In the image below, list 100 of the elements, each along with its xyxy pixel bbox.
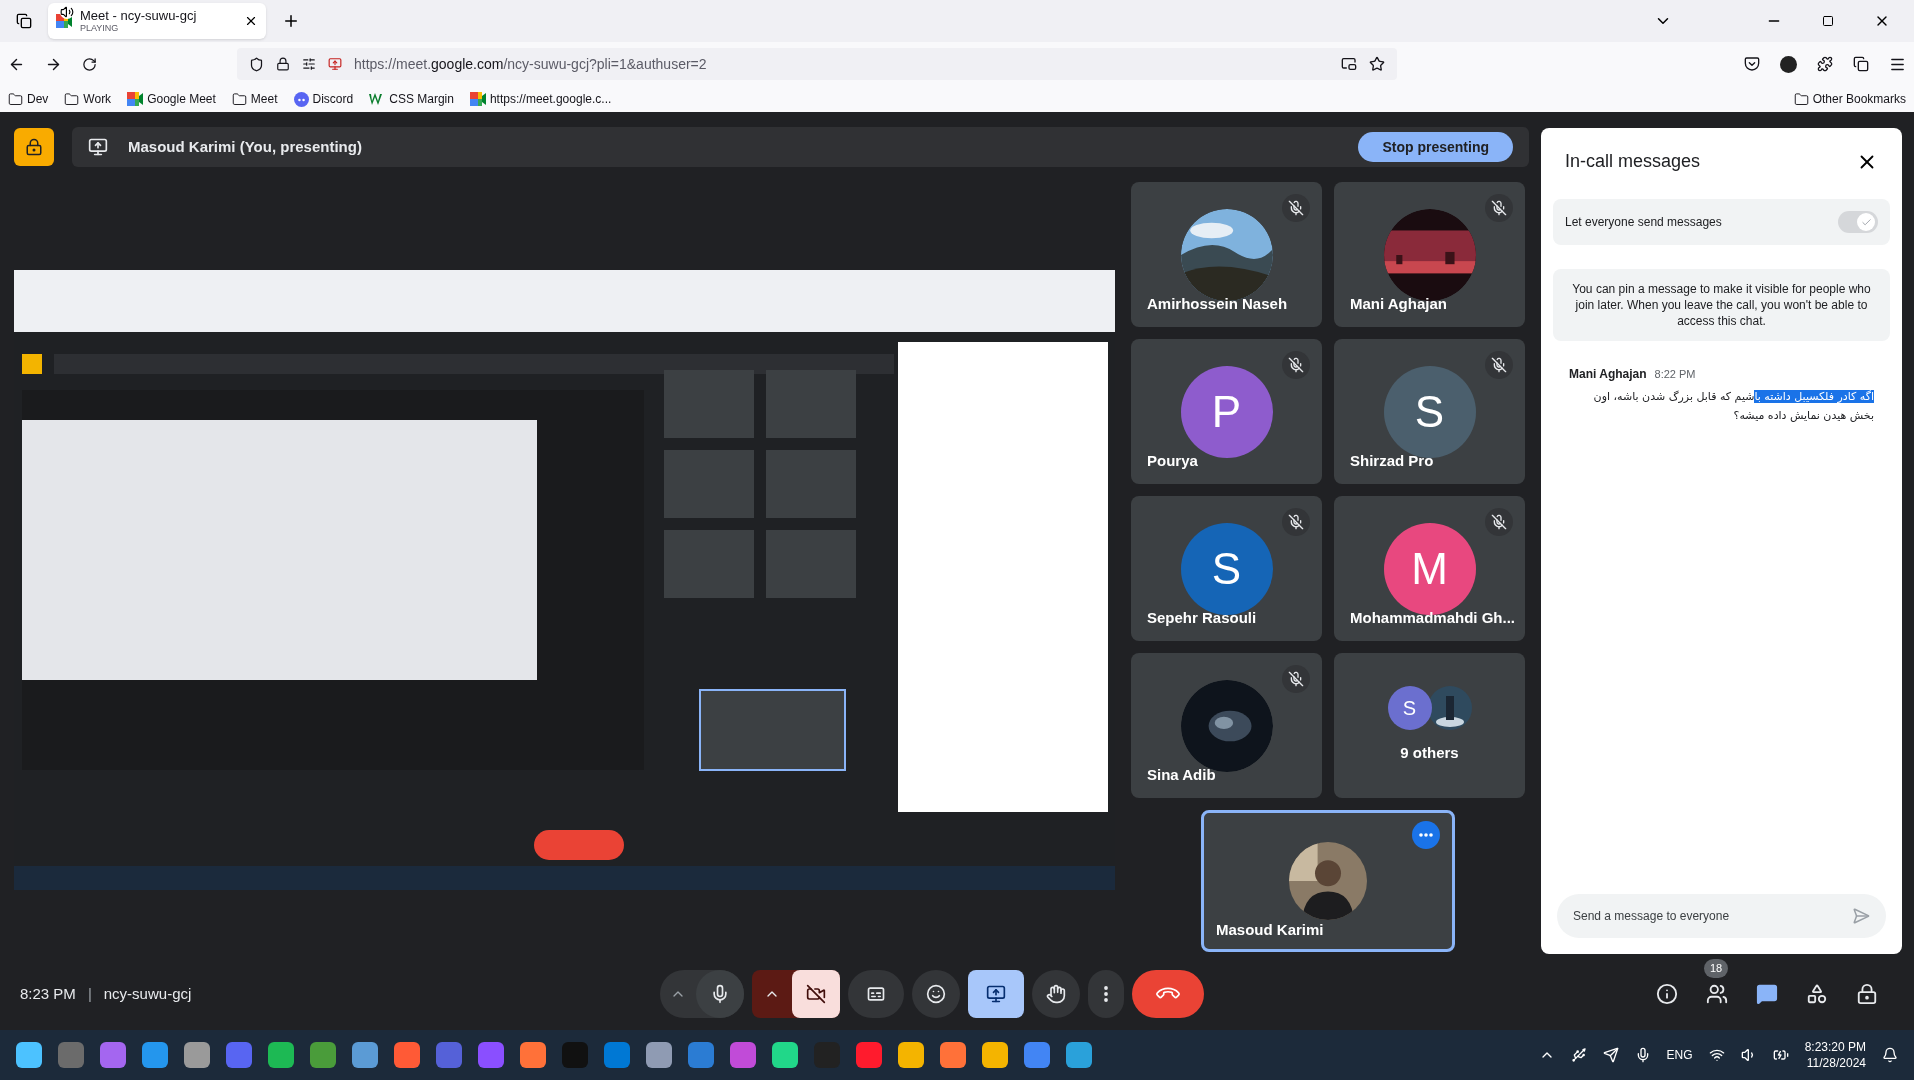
app-icon[interactable] (1024, 1042, 1050, 1068)
participant-name: Sina Adib (1147, 764, 1216, 785)
url-text: https://meet.google.com/ncy-suwu-gcj?pli=1&authuser=2 (354, 54, 707, 74)
bookmark[interactable]: Discord (293, 90, 354, 108)
app-icon[interactable] (772, 1042, 798, 1068)
mic-off-glyph-icon (1491, 200, 1507, 216)
more-button[interactable] (1088, 970, 1124, 1018)
app-icon[interactable] (310, 1042, 336, 1068)
camera-button[interactable] (792, 970, 840, 1018)
panel-title: In-call messages (1565, 150, 1701, 173)
host-controls-icon[interactable] (14, 128, 54, 166)
meeting-time: 8:23 PM (20, 983, 76, 1004)
app-icon[interactable] (352, 1042, 378, 1068)
folder-icon (8, 91, 23, 107)
smiley-icon (926, 984, 946, 1004)
microphone-button[interactable] (696, 970, 744, 1018)
app-icon[interactable] (898, 1042, 924, 1068)
app-icon[interactable] (142, 1042, 168, 1068)
setting-label: Let everyone send messages (1565, 214, 1722, 231)
captions-icon (866, 984, 886, 1004)
mic-off-glyph-icon (1288, 671, 1304, 687)
lock-icon (25, 138, 43, 156)
new-tab-icon[interactable] (282, 12, 300, 30)
mic-off-glyph-icon (1491, 514, 1507, 530)
bookmark-star-icon[interactable] (1369, 56, 1385, 72)
more-options-icon[interactable] (1412, 821, 1440, 849)
app-icon[interactable] (940, 1042, 966, 1068)
bookmark[interactable]: Meet (231, 90, 278, 108)
tabs-icon (16, 13, 32, 29)
language-indicator[interactable]: ENG (1666, 1046, 1693, 1064)
app-icon[interactable] (520, 1042, 546, 1068)
separator: | (87, 983, 92, 1004)
emoji-button[interactable] (912, 970, 960, 1018)
clock-time[interactable]: 8:23:20 PM (1804, 1039, 1866, 1055)
mic-off-glyph-icon (1288, 514, 1304, 530)
message-field[interactable]: Send a message to everyone (1573, 907, 1852, 925)
bookmark[interactable]: Google Meet (127, 90, 216, 108)
bookmark[interactable]: Dev (8, 90, 49, 108)
mic-off-glyph-icon (1491, 357, 1507, 373)
browser-tab[interactable]: Meet - ncy-suwu-gcj PLAYING (48, 3, 266, 39)
sender-name: Mani Aghajan (1569, 366, 1647, 383)
raise-hand-button[interactable] (1032, 970, 1080, 1018)
usb-icon[interactable] (1570, 1047, 1587, 1063)
wifi-icon[interactable] (1708, 1047, 1725, 1063)
mic-off-glyph-icon (1288, 357, 1304, 373)
host-controls-icon[interactable] (1856, 983, 1878, 1005)
app-icon[interactable] (604, 1042, 630, 1068)
lock-icon (276, 57, 290, 71)
app-icon[interactable] (394, 1042, 420, 1068)
captions-button[interactable] (848, 970, 904, 1018)
account-icon[interactable] (1780, 55, 1797, 73)
toggle-switch[interactable] (1838, 211, 1878, 233)
chat-icon[interactable] (1756, 983, 1778, 1005)
meeting-code: ncy-suwu-gcj (103, 983, 192, 1004)
bookmark[interactable]: Work (64, 90, 112, 108)
activities-icon[interactable] (1806, 983, 1828, 1005)
restore-icon[interactable] (1822, 15, 1834, 27)
app-icon[interactable] (184, 1042, 210, 1068)
clock-date[interactable]: 11/28/2024 (1806, 1055, 1866, 1071)
app-icon[interactable] (16, 1042, 42, 1068)
participant-name: 9 others (1400, 743, 1459, 764)
stop-presenting-button[interactable]: Stop presenting (1358, 132, 1513, 162)
app-icon[interactable] (100, 1042, 126, 1068)
app-icon[interactable] (688, 1042, 714, 1068)
close-tab-icon[interactable] (244, 14, 258, 28)
app-icon[interactable] (856, 1042, 882, 1068)
present-screen-icon (986, 984, 1006, 1004)
reload-icon[interactable] (82, 56, 97, 72)
notifications-icon[interactable] (1882, 1047, 1898, 1063)
initial-avatar: S (1387, 686, 1432, 731)
app-icon[interactable] (1066, 1042, 1092, 1068)
message-time: 8:22 PM (1654, 367, 1696, 382)
bookmark[interactable]: Other Bookmarks (1793, 90, 1906, 108)
leave-call-button[interactable] (1132, 970, 1204, 1018)
app-icon[interactable] (646, 1042, 672, 1068)
initial-avatar: P (1180, 365, 1273, 458)
info-text: You can pin a message to make it visible for people who join later. When you leave the call, you won't be able to access this chat. (1553, 269, 1890, 341)
picture-in-picture-icon[interactable] (1341, 56, 1357, 72)
app-icon[interactable] (982, 1042, 1008, 1068)
message-input[interactable]: Send a message to everyone (1557, 894, 1886, 938)
message-text: اگه کادر فلکسیبل داشته باشیم که قابل بزرگ شدن باشه، اون بخش هیدن نمایش داده میشه؟ (1592, 389, 1874, 424)
bookmark[interactable]: https://meet.google.c... (469, 90, 612, 108)
dots-icon (1419, 833, 1433, 837)
more-icon (1104, 986, 1108, 1002)
battery-icon[interactable] (1772, 1047, 1789, 1063)
camera-off-icon (806, 984, 826, 1004)
bookmark[interactable]: CSS Margin (369, 90, 454, 108)
microphone-icon (710, 984, 730, 1004)
address-bar[interactable]: https://meet.google.com/ncy-suwu-gcj?pli=1&authuser=2 (237, 48, 1397, 80)
people-icon[interactable] (1706, 983, 1728, 1005)
hand-icon (1046, 984, 1066, 1004)
app-icon[interactable] (730, 1042, 756, 1068)
extensions-icon[interactable] (1817, 56, 1833, 72)
app-icon[interactable] (478, 1042, 504, 1068)
app-icon[interactable] (268, 1042, 294, 1068)
tab-title: Meet - ncy-suwu-gcj (80, 9, 198, 22)
camera-logo-icon (127, 92, 144, 106)
folder-icon (1793, 91, 1809, 107)
present-button[interactable] (968, 970, 1024, 1018)
info-icon[interactable] (1656, 983, 1678, 1005)
